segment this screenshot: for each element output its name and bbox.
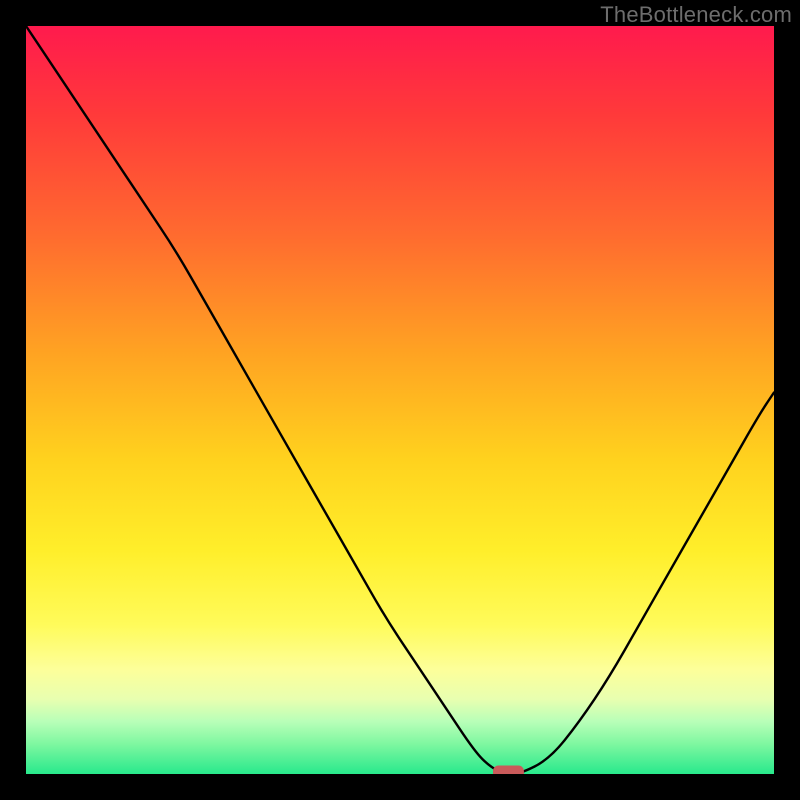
chart-frame: TheBottleneck.com	[0, 0, 800, 800]
optimum-marker	[494, 766, 524, 774]
watermark-text: TheBottleneck.com	[600, 2, 792, 28]
chart-svg	[26, 26, 774, 774]
bottleneck-curve	[26, 26, 774, 774]
plot-area	[26, 26, 774, 774]
